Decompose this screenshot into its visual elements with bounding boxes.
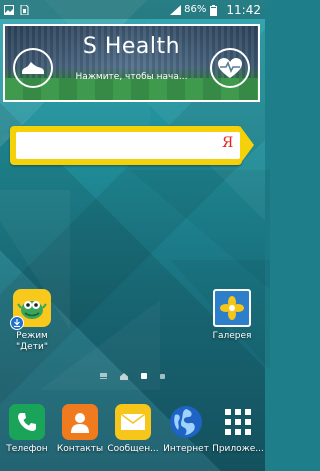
app-gallery[interactable]: Галерея: [202, 289, 262, 342]
dock-app-phone[interactable]: Телефон: [0, 404, 54, 454]
kids-mode-icon[interactable]: [10, 289, 51, 330]
app-kids-mode[interactable]: Режим "Дети": [2, 289, 62, 353]
search-widget: Я: [10, 126, 254, 165]
gallery-icon[interactable]: [213, 289, 251, 327]
dock-label: Сообщен...: [107, 444, 159, 454]
app-label: Галерея: [212, 331, 252, 341]
dock-app-apps[interactable]: Приложе...: [211, 404, 265, 454]
dock-label: Интернет: [163, 444, 209, 454]
contacts-icon[interactable]: [62, 404, 98, 440]
dock-label: Контакты: [56, 444, 104, 454]
app-label: Режим "Дети": [16, 331, 48, 352]
page-dot[interactable]: [160, 373, 165, 379]
dock-label: Телефон: [6, 444, 48, 454]
shealth-title: S Health: [82, 34, 181, 59]
phone-icon[interactable]: [9, 404, 45, 440]
dock-app-messages[interactable]: Сообщен...: [106, 404, 160, 454]
internet-icon[interactable]: [168, 404, 204, 440]
messages-icon[interactable]: [115, 404, 151, 440]
page-list-icon[interactable]: [100, 373, 107, 379]
dock: Телефон Контакты Сообщен... Интернет При…: [0, 396, 265, 471]
search-arrow: [240, 126, 254, 164]
clock: 11:42: [226, 2, 261, 17]
search-input[interactable]: [16, 132, 240, 159]
battery-icon: [210, 4, 220, 16]
dock-app-contacts[interactable]: Контакты: [53, 404, 107, 454]
page-indicator[interactable]: [0, 370, 265, 382]
shealth-widget[interactable]: S Health Нажмите, чтобы нача...: [3, 24, 260, 102]
battery-percent: 86%: [184, 4, 207, 15]
shealth-subtitle: Нажмите, чтобы нача...: [75, 72, 188, 82]
yandex-logo-icon[interactable]: Я: [222, 135, 233, 151]
dock-label: Приложе...: [212, 444, 264, 454]
page-dot-current[interactable]: [141, 373, 147, 379]
download-badge-icon: [10, 316, 24, 330]
home-page-icon[interactable]: [120, 372, 128, 380]
sim-icon: [19, 4, 29, 15]
status-bar: 86% 11:42: [0, 0, 265, 19]
dock-app-internet[interactable]: Интернет: [159, 404, 213, 454]
apps-grid-icon[interactable]: [220, 404, 256, 440]
signal-icon: [170, 4, 182, 15]
gallery-notification-icon: [4, 4, 14, 15]
